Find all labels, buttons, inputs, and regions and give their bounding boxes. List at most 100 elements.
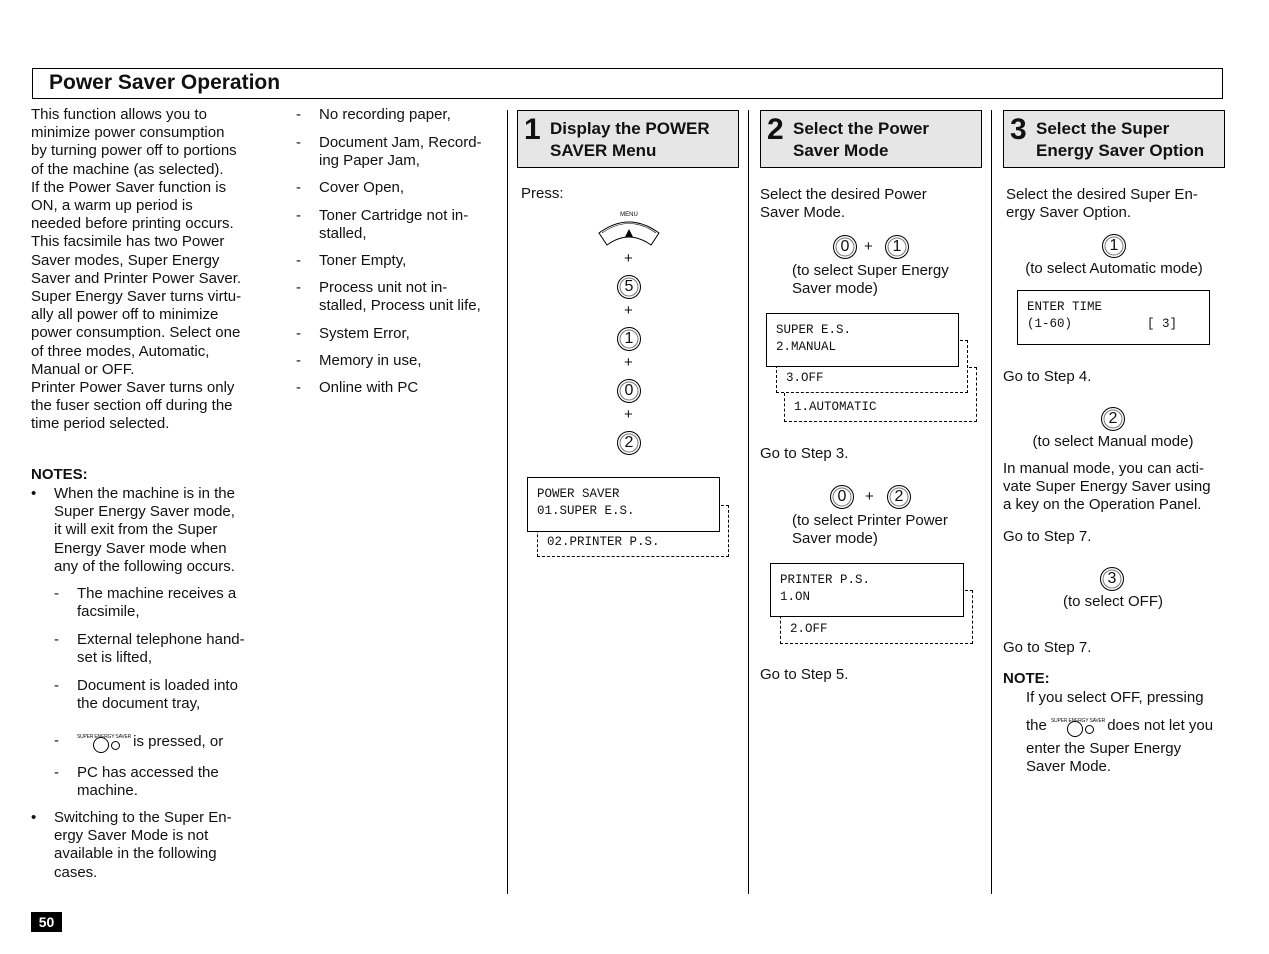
dash-marker: -	[296, 325, 301, 342]
step-3-header: 3 Select the Super Energy Saver Option	[1003, 110, 1225, 168]
dash-marker: -	[296, 179, 301, 196]
note-heading: NOTE:	[1003, 670, 1050, 687]
intro-text: This facsimile has two Power	[31, 233, 225, 251]
dash-marker: -	[54, 764, 59, 781]
step-label: Select the Power Saver Mode	[793, 119, 930, 160]
press-label: Press:	[521, 185, 564, 202]
note-text: enter the Super Energy	[1026, 740, 1182, 757]
intro-text: the fuser section off during the	[31, 397, 233, 415]
divider	[507, 110, 508, 894]
note-text: it will exit from the Super	[54, 521, 218, 539]
key-1-icon: 1	[885, 235, 909, 259]
intro-text: minimize power consumption	[31, 124, 225, 142]
note-text: When the machine is in the	[54, 485, 235, 502]
go-to-step: Go to Step 3.	[760, 445, 849, 462]
lcd-display: SUPER E.S. 2.MANUAL	[766, 313, 959, 367]
step-number: 2	[767, 113, 784, 146]
case-text: No recording paper,	[319, 106, 451, 123]
lcd-display: POWER SAVER 01.SUPER E.S.	[527, 477, 720, 532]
step-text: Saver mode)	[792, 530, 878, 547]
intro-text: Manual or OFF.	[31, 360, 135, 378]
note-item: SUPER ENERGY SAVER is pressed, or	[77, 732, 223, 753]
dash-marker: -	[296, 106, 301, 123]
dash-marker: -	[296, 352, 301, 369]
go-to-step: Go to Step 7.	[1003, 639, 1092, 656]
note-text: cases.	[54, 863, 98, 881]
case-text: stalled, Process unit life,	[319, 297, 481, 315]
step-label: Select the Super Energy Saver Option	[1036, 119, 1205, 160]
notes-heading: NOTES:	[31, 466, 88, 483]
plus-sign: +	[865, 488, 874, 505]
case-text: Memory in use,	[319, 352, 422, 369]
note-text: machine.	[77, 782, 138, 800]
dash-marker: -	[54, 732, 59, 749]
case-text: Toner Cartridge not in-	[319, 207, 469, 224]
note-text: any of the following occurs.	[54, 557, 235, 575]
dash-marker: -	[296, 134, 301, 151]
key-0-icon: 0	[617, 379, 641, 403]
lcd-text: 1.AUTOMATIC	[794, 400, 877, 414]
step-number: 3	[1010, 113, 1027, 146]
plus-sign: +	[624, 354, 633, 371]
plus-sign: +	[624, 406, 633, 423]
lcd-display: ENTER TIME (1-60) [ 3]	[1017, 290, 1210, 345]
key-0-icon: 0	[830, 485, 854, 509]
note-text: If you select OFF, pressing	[1026, 689, 1204, 706]
intro-text: of three modes, Automatic,	[31, 342, 210, 360]
intro-text: power consumption. Select one	[31, 324, 241, 342]
lcd-display: PRINTER P.S. 1.ON	[770, 563, 964, 617]
intro-text: Printer Power Saver turns only	[31, 379, 235, 396]
case-text: Document Jam, Record-	[319, 134, 482, 151]
dash-marker: -	[54, 631, 59, 648]
intro-text: needed before printing occurs.	[31, 215, 234, 233]
title-bar: Power Saver Operation	[32, 68, 1223, 99]
note-text: facsimile,	[77, 603, 140, 621]
step-2-header: 2 Select the Power Saver Mode	[760, 110, 982, 168]
case-text: Online with PC	[319, 379, 419, 396]
note-text: does not let you	[1107, 716, 1214, 734]
intro-text: of the machine (as selected).	[31, 160, 224, 178]
step-text: Select the desired Super En-	[1006, 186, 1198, 203]
go-to-step: Go to Step 4.	[1003, 368, 1092, 385]
step-number: 1	[524, 113, 541, 146]
step-text: (to select OFF)	[1062, 593, 1163, 610]
dash-marker: -	[296, 379, 301, 396]
key-2-icon: 2	[887, 485, 911, 509]
go-to-step: Go to Step 7.	[1003, 528, 1092, 545]
key-5-icon: 5	[617, 275, 641, 299]
key-3-icon: 3	[1100, 567, 1124, 591]
note-text: ergy Saver Mode is not	[54, 827, 209, 845]
case-text: Cover Open,	[319, 179, 405, 196]
key-2-icon: 2	[1101, 407, 1125, 431]
lcd-text: 3.OFF	[786, 371, 824, 385]
note-text: set is lifted,	[77, 649, 153, 667]
step-text: (to select Printer Power	[792, 512, 948, 529]
step-text: Saver mode)	[792, 280, 878, 297]
intro-text: This function allows you to	[31, 106, 207, 123]
note-text: Switching to the Super En-	[54, 809, 232, 826]
note-text: the	[1026, 716, 1047, 734]
intro-text: Saver and Printer Power Saver.	[31, 269, 242, 287]
case-text: Process unit not in-	[319, 279, 448, 296]
dash-marker: -	[54, 677, 59, 694]
page-number: 50	[31, 912, 62, 932]
case-text: stalled,	[319, 225, 367, 243]
note-text: Document is loaded into	[77, 677, 238, 694]
intro-text: Super Energy Saver turns virtu-	[31, 288, 242, 305]
case-text: Toner Empty,	[319, 252, 407, 269]
note-text: Energy Saver mode when	[54, 539, 227, 557]
intro-text: Saver modes, Super Energy	[31, 251, 220, 269]
bullet-icon: •	[31, 485, 37, 502]
step-1-header: 1 Display the POWER SAVER Menu	[517, 110, 739, 168]
step-text: Select the desired Power	[760, 186, 927, 203]
key-2-icon: 2	[617, 431, 641, 455]
case-text: ing Paper Jam,	[319, 152, 420, 170]
svg-text:MENU: MENU	[620, 212, 638, 218]
lcd-text: 2.OFF	[790, 622, 828, 636]
step-text: (to select Super Energy	[792, 262, 949, 279]
step-label: Display the POWER SAVER Menu	[550, 119, 710, 160]
intro-text: ON, a warm up period is	[31, 197, 193, 214]
dash-marker: -	[296, 279, 301, 296]
intro-text: ally all power off to minimize	[31, 306, 219, 324]
intro-text: time period selected.	[31, 415, 170, 433]
